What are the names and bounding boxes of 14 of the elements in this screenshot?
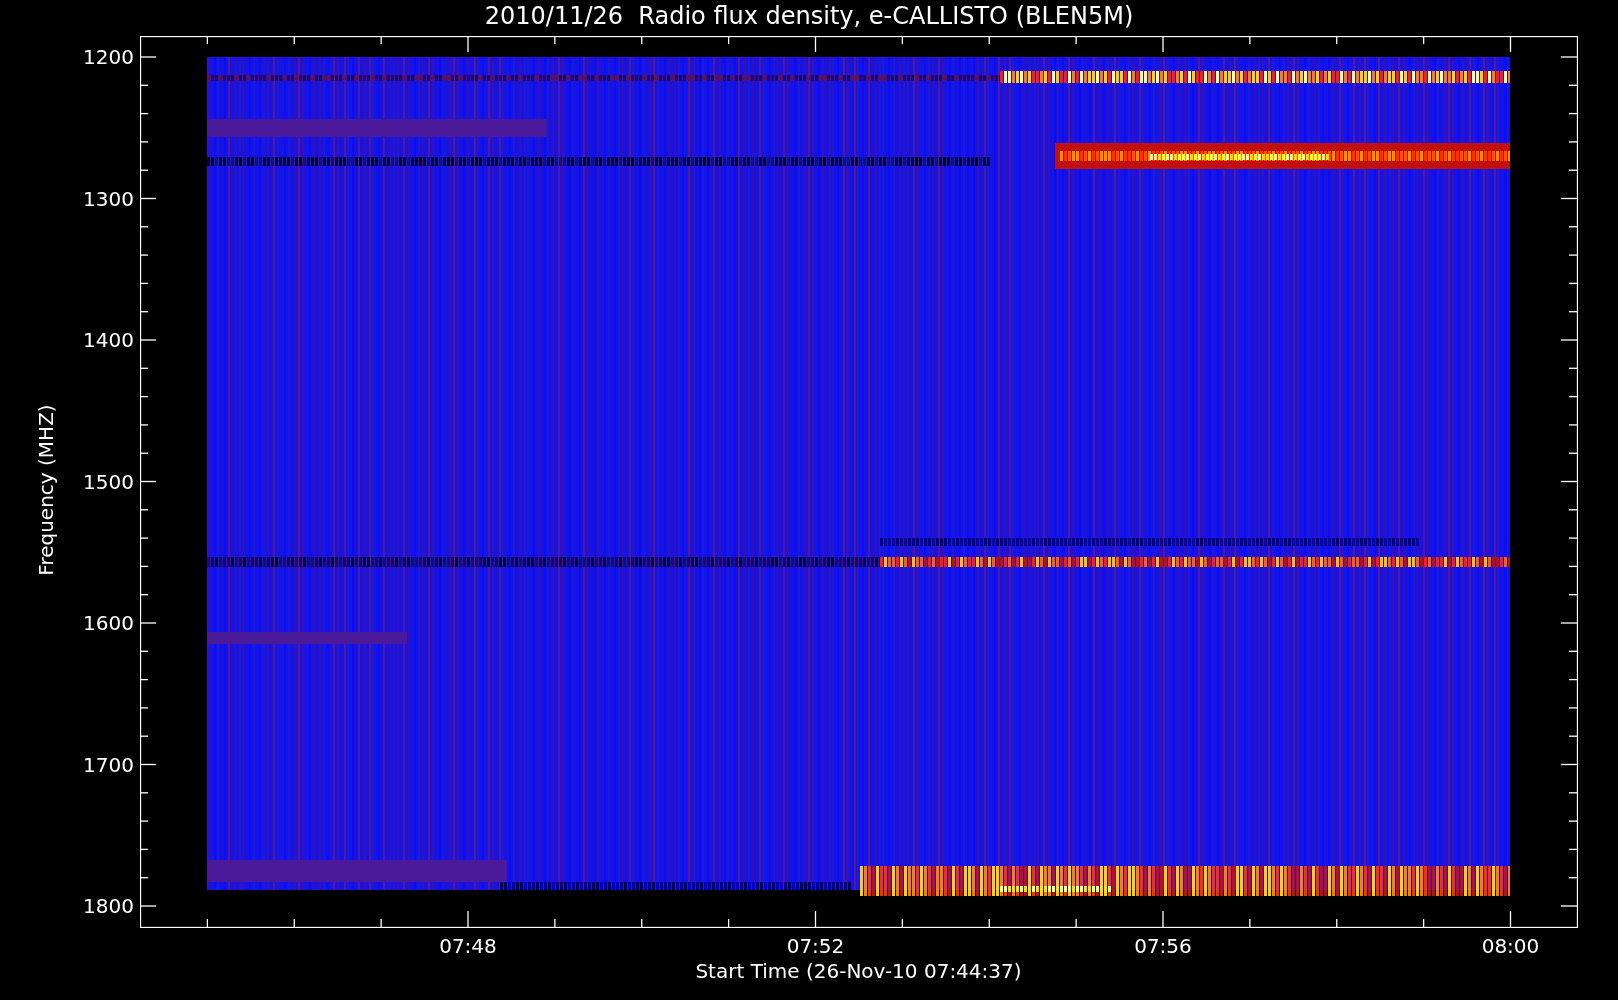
x-tick-label: 07:48 [438,934,498,958]
y-tick-label: 1300 [82,186,134,211]
y-tick-label: 1600 [82,611,134,635]
chart-title: 2010/11/26 Radio flux density, e-CALLISTO (BLEN5M) [483,1,1135,32]
x-tick-label: 07:56 [1133,934,1193,958]
y-tick-label: 1500 [82,469,134,494]
y-tick-label: 1200 [82,45,134,69]
x-axis-label: Start Time (26-Nov-10 07:44:37) [694,959,1023,983]
x-tick-label: 08:00 [1480,934,1541,958]
y-tick-label: 1400 [82,328,134,352]
y-tick-label: 1800 [82,894,134,918]
x-tick-label: 07:52 [785,934,846,958]
y-axis-label: Frequency (MHZ) [34,404,58,576]
y-tick-label: 1700 [82,752,134,777]
